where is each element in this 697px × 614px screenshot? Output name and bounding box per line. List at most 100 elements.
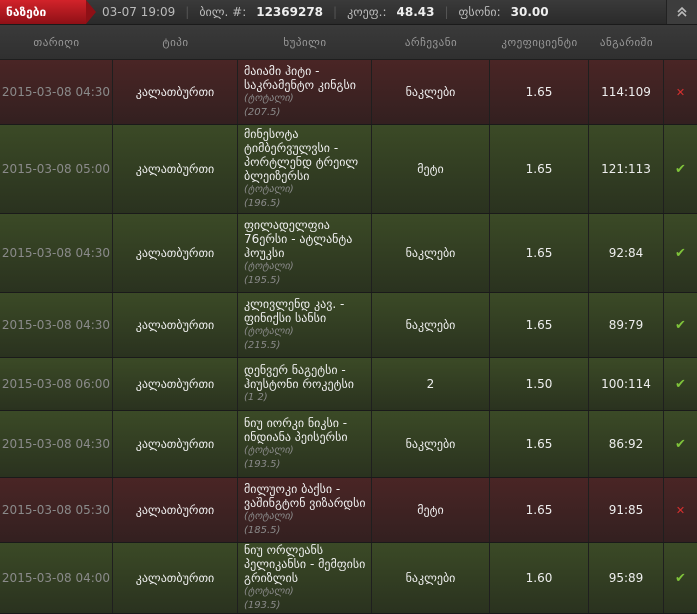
- event-name: ფილადელფია 76ერსი - ატლანტა ჰოუკსი: [244, 218, 353, 260]
- bet-score: 114:109: [589, 60, 664, 124]
- event-name: მილუოკი ბაქსი - ვაშინგტონ ვიზარდსი: [244, 482, 366, 510]
- bet-status: ✔: [664, 293, 697, 357]
- coef-value: 48.43: [396, 5, 435, 19]
- cross-icon: ✕: [675, 503, 686, 517]
- bet-event: მაიამი ჰიტი - საკრამენტო კინგსი (ტოტალი) (…: [238, 60, 372, 124]
- check-icon: ✔: [675, 436, 686, 452]
- bet-choice: ნაკლები: [372, 214, 490, 292]
- stake-label: ფსონი:: [458, 5, 501, 19]
- coef-label: კოეფ.:: [347, 5, 387, 19]
- bet-event: ნიუ ორლეანს პელიკანსი - მემფისი გრიზლის (…: [238, 543, 372, 613]
- bet-choice: ნაკლები: [372, 411, 490, 477]
- bet-status: ✔: [664, 358, 697, 410]
- event-name: ნიუ იორკი ნიკსი - ინდიანა პეისერსი: [244, 416, 348, 444]
- bet-sport: კალათბურთი: [113, 543, 238, 613]
- table-row: 2015-03-08 04:30 კალათბურთი ნიუ იორკი ნიკს…: [0, 411, 697, 478]
- check-icon: ✔: [675, 245, 686, 261]
- bet-date: 2015-03-08 04:30: [0, 411, 113, 477]
- ticket-number-label: ბილ. #:: [199, 5, 247, 19]
- event-line: (196.5): [244, 198, 281, 209]
- ticket-tag[interactable]: ნაზები: [0, 0, 96, 24]
- table-header: თარიღი ტიპი ხუპილი არჩევანი კოეფიციენტი …: [0, 25, 697, 60]
- table-row: 2015-03-08 04:30 კალათბურთი კლივლენდ კავ. …: [0, 293, 697, 358]
- event-market: (ტოტალი): [244, 445, 294, 456]
- collapse-button[interactable]: [666, 0, 697, 24]
- check-icon: ✔: [675, 317, 686, 333]
- bet-odds: 1.65: [490, 214, 589, 292]
- ticket-number: 12369278: [256, 5, 324, 19]
- event-name: ნიუ ორლეანს პელიკანსი - მემფისი გრიზლის: [244, 543, 366, 585]
- bet-status: ✔: [664, 411, 697, 477]
- bet-score: 89:79: [589, 293, 664, 357]
- bet-sport: კალათბურთი: [113, 411, 238, 477]
- event-name: მაიამი ჰიტი - საკრამენტო კინგსი: [244, 64, 356, 92]
- bet-event: მილუოკი ბაქსი - ვაშინგტონ ვიზარდსი (ტოტალ…: [238, 478, 372, 542]
- bet-sport: კალათბურთი: [113, 125, 238, 213]
- chevron-up-icon: [677, 6, 687, 17]
- bet-status: ✕: [664, 478, 697, 542]
- table-row: 2015-03-08 05:30 კალათბურთი მილუოკი ბაქსი …: [0, 478, 697, 543]
- table-row: 2015-03-08 04:00 კალათბურთი ნიუ ორლეანს პე…: [0, 543, 697, 614]
- stake-value: 30.00: [510, 5, 549, 19]
- bet-choice: ნაკლები: [372, 293, 490, 357]
- bet-score: 92:84: [589, 214, 664, 292]
- col-type[interactable]: ტიპი: [113, 25, 238, 59]
- check-icon: ✔: [675, 161, 686, 177]
- bet-date: 2015-03-08 05:30: [0, 478, 113, 542]
- bet-date: 2015-03-08 04:30: [0, 293, 113, 357]
- bet-date: 2015-03-08 06:00: [0, 358, 113, 410]
- bet-status: ✔: [664, 543, 697, 613]
- bet-status: ✔: [664, 125, 697, 213]
- event-market: (ტოტალი): [244, 511, 294, 522]
- bet-event: ნიუ იორკი ნიკსი - ინდიანა პეისერსი (ტოტალ…: [238, 411, 372, 477]
- bet-odds: 1.50: [490, 358, 589, 410]
- event-name: დენვერ ნაგეტსი - ჰიუსტონი როკეტსი: [244, 363, 354, 391]
- bet-odds: 1.60: [490, 543, 589, 613]
- bet-choice: 2: [372, 358, 490, 410]
- bet-odds: 1.65: [490, 60, 589, 124]
- event-line: (193.5): [244, 459, 281, 470]
- bet-score: 86:92: [589, 411, 664, 477]
- bets-table: 2015-03-08 04:30 კალათბურთი მაიამი ჰიტი - …: [0, 60, 697, 614]
- table-row: 2015-03-08 04:30 კალათბურთი ფილადელფია 76ე…: [0, 214, 697, 293]
- bet-event: კლივლენდ კავ. - ფინიქსი სანსი (ტოტალი) (21…: [238, 293, 372, 357]
- event-name: მინესოტა ტიმბერვულვსი - პორტლენდ ტრეილ ბ…: [244, 127, 359, 183]
- bet-odds: 1.65: [490, 411, 589, 477]
- col-score[interactable]: ანგარიში: [589, 25, 664, 59]
- event-line: (193.5): [244, 600, 281, 611]
- bet-choice: ნაკლები: [372, 543, 490, 613]
- bet-event: დენვერ ნაგეტსი - ჰიუსტონი როკეტსი (1 2): [238, 358, 372, 410]
- bet-event: ფილადელფია 76ერსი - ატლანტა ჰოუკსი (ტოტალ…: [238, 214, 372, 292]
- cross-icon: ✕: [675, 85, 686, 99]
- bet-date: 2015-03-08 04:30: [0, 214, 113, 292]
- ticket-meta: 03-07 19:09 | ბილ. #: 12369278 | კოეფ.: …: [102, 5, 549, 19]
- col-odds[interactable]: კოეფიციენტი: [490, 25, 589, 59]
- ticket-datetime: 03-07 19:09: [102, 5, 176, 19]
- bet-sport: კალათბურთი: [113, 60, 238, 124]
- event-market: (1 2): [244, 392, 268, 403]
- bet-status: ✕: [664, 60, 697, 124]
- table-row: 2015-03-08 05:00 კალათბურთი მინესოტა ტიმბე…: [0, 125, 697, 214]
- event-market: (ტოტალი): [244, 326, 294, 337]
- bet-score: 100:114: [589, 358, 664, 410]
- bet-score: 121:113: [589, 125, 664, 213]
- event-name: კლივლენდ კავ. - ფინიქსი სანსი: [244, 297, 345, 325]
- col-date[interactable]: თარიღი: [0, 25, 113, 59]
- table-row: 2015-03-08 04:30 კალათბურთი მაიამი ჰიტი - …: [0, 60, 697, 125]
- col-choice[interactable]: არჩევანი: [372, 25, 490, 59]
- bet-date: 2015-03-08 04:30: [0, 60, 113, 124]
- bet-date: 2015-03-08 04:00: [0, 543, 113, 613]
- bet-date: 2015-03-08 05:00: [0, 125, 113, 213]
- event-line: (215.5): [244, 340, 281, 351]
- check-icon: ✔: [675, 570, 686, 586]
- bet-event: მინესოტა ტიმბერვულვსი - პორტლენდ ტრეილ ბ…: [238, 125, 372, 213]
- ticket-header: ნაზები 03-07 19:09 | ბილ. #: 12369278 | …: [0, 0, 697, 25]
- bet-status: ✔: [664, 214, 697, 292]
- bet-sport: კალათბურთი: [113, 293, 238, 357]
- event-market: (ტოტალი): [244, 184, 294, 195]
- bet-choice: მეტი: [372, 125, 490, 213]
- bet-sport: კალათბურთი: [113, 478, 238, 542]
- check-icon: ✔: [675, 376, 686, 392]
- col-event[interactable]: ხუპილი: [238, 25, 372, 59]
- event-line: (185.5): [244, 525, 281, 536]
